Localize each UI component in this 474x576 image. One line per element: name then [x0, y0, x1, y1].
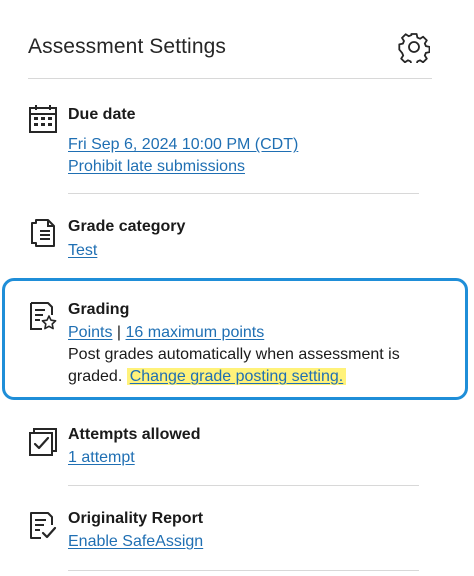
grade-category-heading: Grade category	[68, 218, 186, 235]
grading-star-icon	[30, 302, 57, 330]
attempts-section: Attempts allowed 1 attempt	[28, 424, 419, 474]
divider	[68, 485, 419, 486]
originality-content: Originality Report Enable SafeAssign	[68, 508, 428, 553]
grading-content: Grading Points | 16 maximum points Post …	[68, 299, 438, 388]
calendar-icon	[29, 105, 57, 133]
due-date-section: Due date Fri Sep 6, 2024 10:00 PM (CDT) …	[28, 104, 419, 184]
attempts-link[interactable]: 1 attempt	[68, 449, 135, 466]
attempts-heading: Attempts allowed	[68, 426, 201, 443]
late-submissions-link[interactable]: Prohibit late submissions	[68, 158, 245, 175]
panel-header: Assessment Settings	[28, 26, 432, 79]
grading-section[interactable]: Grading Points | 16 maximum points Post …	[28, 299, 419, 391]
assessment-settings-panel: Assessment Settings Due date Fri Sep 6, …	[0, 0, 474, 576]
grade-category-content: Grade category Test	[68, 216, 428, 262]
page-title: Assessment Settings	[28, 35, 226, 58]
points-link[interactable]: Points	[68, 324, 112, 341]
report-check-icon	[30, 512, 57, 539]
due-date-content: Due date Fri Sep 6, 2024 10:00 PM (CDT) …	[68, 104, 428, 178]
points-separator: |	[116, 324, 122, 341]
checkbox-stack-icon	[29, 428, 57, 456]
due-date-link[interactable]: Fri Sep 6, 2024 10:00 PM (CDT)	[68, 136, 298, 153]
grade-category-section: Grade category Test	[28, 216, 419, 266]
originality-heading: Originality Report	[68, 510, 204, 527]
divider	[68, 570, 419, 571]
grading-heading: Grading	[68, 301, 130, 318]
attempts-content: Attempts allowed 1 attempt	[68, 424, 428, 469]
due-date-heading: Due date	[68, 106, 136, 123]
change-grade-posting-link[interactable]: Change grade posting setting.	[126, 368, 347, 385]
grade-posting-description: Post grades automatically when assessmen…	[68, 346, 400, 363]
gear-icon[interactable]	[398, 31, 430, 63]
document-icon	[31, 219, 55, 247]
safeassign-link[interactable]: Enable SafeAssign	[68, 533, 203, 550]
divider	[68, 193, 419, 194]
max-points-link[interactable]: 16 maximum points	[126, 324, 265, 341]
grade-posting-description-end: graded.	[68, 368, 123, 385]
grade-category-link[interactable]: Test	[68, 242, 97, 259]
originality-section: Originality Report Enable SafeAssign	[28, 508, 419, 558]
